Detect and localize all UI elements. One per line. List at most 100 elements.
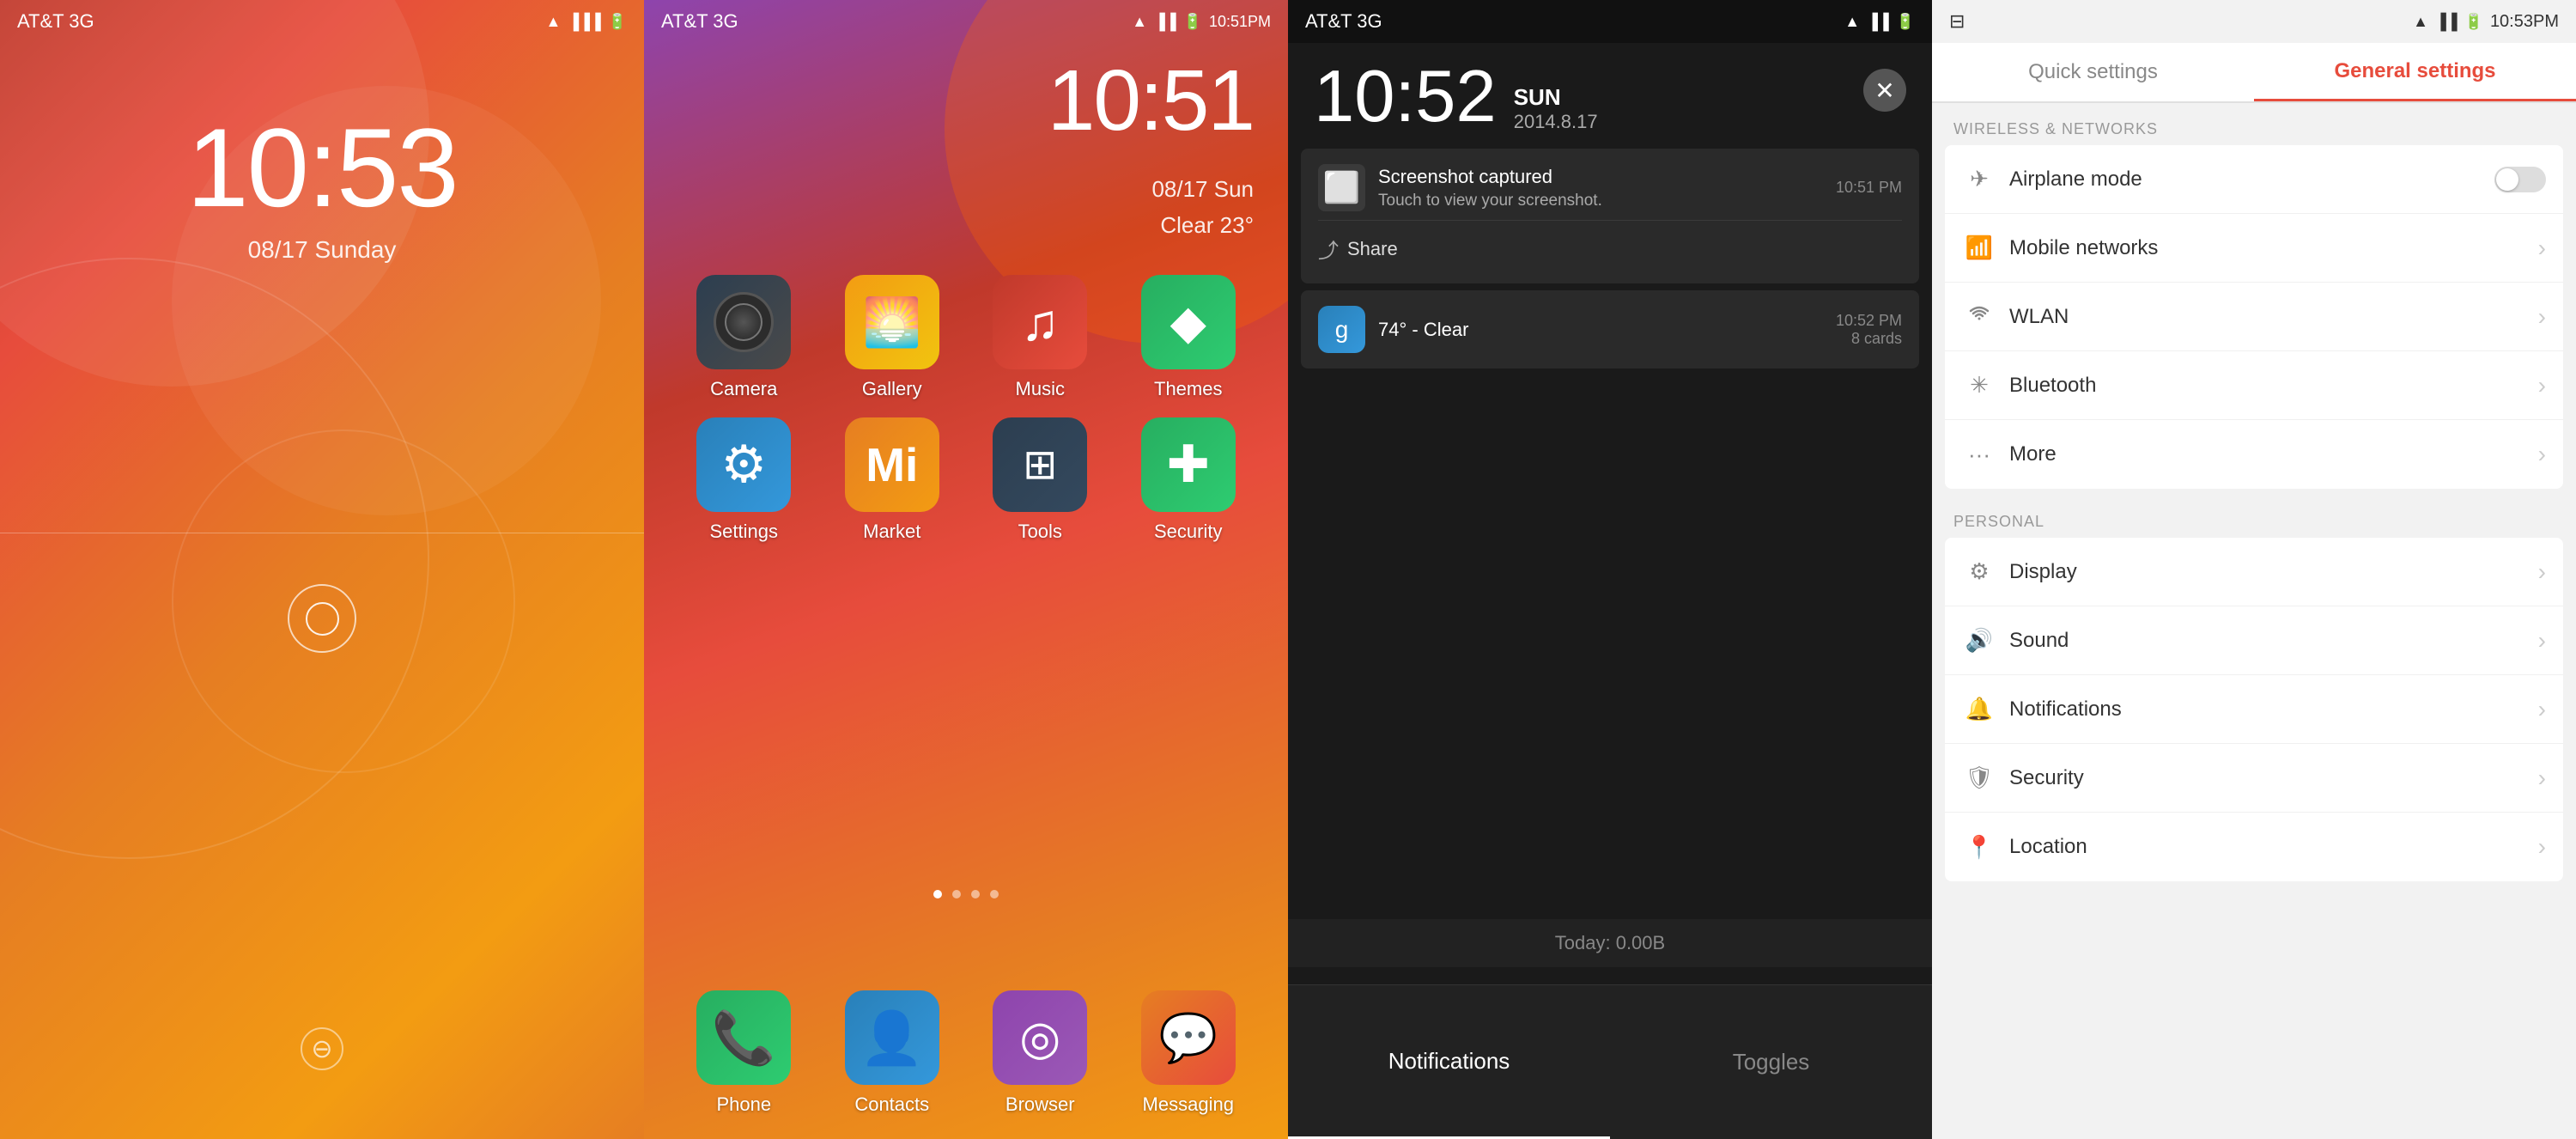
notif-share-row[interactable]: ⤴ Share	[1318, 220, 1902, 268]
settings-item-notifications[interactable]: 🔔 Notifications ›	[1945, 675, 2563, 744]
signal-icon: ▐▐	[1154, 13, 1176, 31]
dock-contacts[interactable]: 👤 Contacts	[823, 990, 961, 1116]
signal-icon: ▐▐	[1867, 13, 1889, 31]
home-weather: Clear 23°	[1151, 208, 1254, 244]
dot-4	[990, 890, 999, 898]
dot-1	[933, 890, 942, 898]
security-icon: ✚	[1141, 417, 1236, 512]
home-apps-grid: Camera 🌅 Gallery ♫ Music ◆ Themes	[644, 275, 1288, 560]
settings-item-sound[interactable]: 🔊 Sound ›	[1945, 606, 2563, 675]
settings-screen: ⊟ ▲ ▐▐ 🔋 10:53PM Quick settings General …	[1932, 0, 2576, 1139]
settings-status-icon: ⊟	[1949, 10, 1965, 33]
notif-weather-row: g 74° - Clear 10:52 PM 8 cards	[1318, 306, 1902, 353]
airplane-label: Airplane mode	[2009, 168, 2494, 192]
app-settings[interactable]: ⚙ Settings	[675, 417, 812, 543]
app-tools[interactable]: ⊞ Tools	[971, 417, 1109, 543]
tab-notifications[interactable]: Notifications	[1288, 985, 1610, 1139]
settings-item-display[interactable]: ⚙ Display ›	[1945, 538, 2563, 606]
settings-item-airplane[interactable]: ✈ Airplane mode	[1945, 145, 2563, 214]
settings-item-bluetooth[interactable]: ✳ Bluetooth ›	[1945, 351, 2563, 420]
battery-icon: 🔋	[1183, 13, 1202, 31]
settings-section-wireless: WIRELESS & NETWORKS	[1932, 103, 2576, 145]
lock-unlock-button[interactable]	[288, 584, 356, 653]
tab-toggles[interactable]: Toggles	[1610, 985, 1932, 1139]
share-icon: ⤴	[1318, 234, 1339, 264]
notif-day: SUN	[1514, 84, 1598, 111]
airplane-toggle[interactable]	[2494, 167, 2546, 192]
home-dock: 📞 Phone 👤 Contacts ◎ Browser 💬 Messaging	[644, 967, 1288, 1139]
dock-messaging[interactable]: 💬 Messaging	[1120, 990, 1257, 1116]
settings-item-wlan[interactable]: WLAN ›	[1945, 283, 2563, 351]
settings-group-personal: ⚙ Display › 🔊 Sound › 🔔 Notifications › …	[1945, 538, 2563, 881]
chevron-right-icon: ›	[2538, 833, 2546, 861]
notif-data-usage: Today: 0.00B	[1288, 919, 1932, 967]
notif-card-weather[interactable]: g 74° - Clear 10:52 PM 8 cards	[1301, 290, 1919, 368]
tools-icon: ⊞	[993, 417, 1087, 512]
chevron-right-icon: ›	[2538, 627, 2546, 655]
more-label: More	[2009, 442, 2538, 466]
notif-card-screenshot[interactable]: ⬜ Screenshot captured Touch to view your…	[1301, 149, 1919, 283]
app-themes[interactable]: ◆ Themes	[1120, 275, 1257, 400]
app-tools-label: Tools	[1018, 521, 1062, 543]
dock-browser[interactable]: ◎ Browser	[971, 990, 1109, 1116]
gallery-icon: 🌅	[845, 275, 939, 369]
notif-bottom-tabs: Notifications Toggles	[1288, 984, 1932, 1139]
home-screen: AT&T 3G ▲ ▐▐ 🔋 10:51PM 10:51 08/17 Sun C…	[644, 0, 1288, 1139]
app-gallery[interactable]: 🌅 Gallery	[823, 275, 961, 400]
home-status-bar: AT&T 3G ▲ ▐▐ 🔋 10:51PM	[644, 0, 1288, 43]
sound-icon: 🔊	[1962, 627, 1996, 654]
notif-time: 10:52	[1314, 60, 1497, 133]
lock-time-display: 10:53	[0, 103, 644, 232]
notifications-label: Notifications	[2009, 697, 2538, 722]
notif-card-screenshot-header: ⬜ Screenshot captured Touch to view your…	[1318, 164, 1902, 211]
lock-date-display: 08/17 Sunday	[0, 236, 644, 264]
lock-bottom-action[interactable]	[301, 1027, 343, 1070]
app-settings-label: Settings	[710, 521, 779, 543]
settings-item-mobile[interactable]: 📶 Mobile networks ›	[1945, 214, 2563, 283]
tab-quick-settings[interactable]: Quick settings	[1932, 43, 2254, 101]
home-date: 08/17 Sun	[1151, 172, 1254, 208]
notif-header: 10:52 SUN 2014.8.17 ✕	[1288, 43, 1932, 142]
home-page-dots	[644, 890, 1288, 898]
lock-status-bar: AT&T 3G ▲ ▐▐▐ 🔋	[0, 0, 644, 43]
notif-date-info: SUN 2014.8.17	[1514, 71, 1598, 133]
lock-status-icons: ▲ ▐▐▐ 🔋	[545, 13, 627, 31]
notif-close-button[interactable]: ✕	[1863, 69, 1906, 112]
app-security[interactable]: ✚ Security	[1120, 417, 1257, 543]
notification-screen: AT&T 3G ▲ ▐▐ 🔋 10:52 SUN 2014.8.17 ✕ ⬜ S…	[1288, 0, 1932, 1139]
app-music[interactable]: ♫ Music	[971, 275, 1109, 400]
location-icon: 📍	[1962, 834, 1996, 861]
home-time-display: 10:51	[1048, 52, 1254, 150]
settings-status-icons: ▲ ▐▐ 🔋 10:53PM	[2413, 12, 2559, 32]
app-market[interactable]: Mi Market	[823, 417, 961, 543]
settings-item-location[interactable]: 📍 Location ›	[1945, 813, 2563, 881]
chevron-right-icon: ›	[2538, 696, 2546, 723]
settings-item-more[interactable]: ··· More ›	[1945, 420, 2563, 489]
display-icon: ⚙	[1962, 558, 1996, 585]
notif-screenshot-body: Touch to view your screenshot.	[1378, 192, 1827, 210]
display-label: Display	[2009, 560, 2538, 584]
data-usage-text: Today: 0.00B	[1555, 932, 1665, 953]
settings-item-security[interactable]: 🛡 Security ›	[1945, 744, 2563, 813]
app-camera-label: Camera	[710, 378, 777, 400]
settings-time: 10:53PM	[2490, 12, 2559, 32]
tab-general-settings[interactable]: General settings	[2254, 43, 2576, 101]
camera-lens	[714, 292, 774, 352]
wifi-icon: ▲	[1844, 13, 1860, 31]
dock-browser-label: Browser	[1005, 1093, 1075, 1116]
chevron-right-icon: ›	[2538, 764, 2546, 792]
wlan-icon	[1962, 302, 1996, 332]
app-market-label: Market	[863, 521, 920, 543]
signal-icon: ▐▐	[2435, 13, 2458, 31]
notif-time-block: 10:52 SUN 2014.8.17	[1314, 60, 1598, 133]
phone-icon: 📞	[696, 990, 791, 1085]
market-icon: Mi	[845, 417, 939, 512]
weather-title: 74° - Clear	[1378, 319, 1836, 341]
dock-phone-label: Phone	[716, 1093, 771, 1116]
more-icon: ···	[1962, 442, 1996, 468]
chevron-right-icon: ›	[2538, 558, 2546, 586]
camera-icon	[696, 275, 791, 369]
app-camera[interactable]: Camera	[675, 275, 812, 400]
dock-phone[interactable]: 📞 Phone	[675, 990, 812, 1116]
mobile-networks-label: Mobile networks	[2009, 236, 2538, 260]
